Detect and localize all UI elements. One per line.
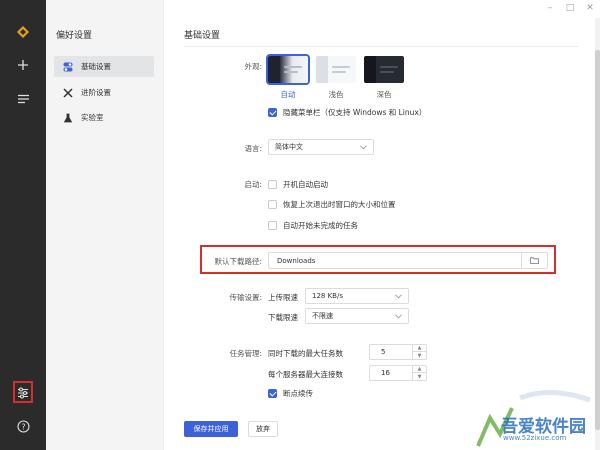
auto-launch-checkbox[interactable]	[268, 180, 277, 189]
transfer-label: 传输设置:	[229, 293, 262, 302]
window-controls: – □ ✕	[540, 0, 600, 16]
stepper-buttons: ▲ ▼	[412, 366, 426, 380]
resume-download-checkbox[interactable]	[268, 389, 277, 398]
auto-launch-label: 开机自动启动	[283, 180, 328, 189]
hide-menubar-checkbox[interactable]	[268, 108, 277, 117]
language-value: 简体中文	[275, 143, 303, 151]
chevron-up-icon[interactable]: ▲	[413, 345, 426, 352]
menu-lines-icon[interactable]	[9, 87, 37, 111]
sidebar-title: 偏好设置	[56, 31, 93, 41]
chevron-up-icon[interactable]: ▲	[413, 366, 426, 373]
language-select[interactable]: 简体中文	[268, 139, 374, 155]
upload-limit-select[interactable]: 128 KB/s	[305, 288, 409, 304]
sidebar-item-label: 基础设置	[81, 62, 111, 71]
download-path-value: Downloads	[277, 256, 316, 265]
app-icon-bar: ?	[0, 0, 46, 450]
save-apply-button[interactable]: 保存并应用	[184, 421, 238, 437]
resume-tasks-checkbox[interactable]	[268, 221, 277, 230]
flask-icon	[62, 112, 74, 124]
max-connections-value: 16	[381, 369, 390, 377]
sidebar-item-lab[interactable]: 实验室	[54, 107, 154, 128]
theme-dark-caption[interactable]: 深色	[364, 89, 404, 100]
logo-icon[interactable]	[9, 20, 37, 44]
download-path-input[interactable]: Downloads	[268, 252, 548, 269]
sidebar-item-basic-settings[interactable]: 基础设置	[54, 56, 154, 77]
theme-auto-caption[interactable]: 自动	[268, 89, 308, 100]
download-limit-select[interactable]: 不限速	[305, 308, 409, 324]
chevron-down-icon	[360, 144, 367, 152]
upload-limit-value: 128 KB/s	[312, 292, 343, 300]
download-limit-label: 下载限速	[268, 313, 298, 322]
task-management-label: 任务管理:	[229, 349, 262, 358]
divider	[184, 46, 578, 47]
chevron-down-icon	[395, 293, 402, 301]
page-title: 基础设置	[184, 31, 221, 41]
svg-text:?: ?	[21, 422, 25, 431]
sidebar-item-label: 进阶设置	[81, 88, 111, 97]
resume-tasks-label: 自动开始未完成的任务	[283, 221, 358, 230]
restore-window-label: 恢复上次退出时窗口的大小和位置	[283, 200, 396, 209]
help-icon[interactable]: ?	[9, 414, 37, 438]
preferences-sidebar: 偏好设置 基础设置 进阶设置 实验室	[46, 0, 164, 450]
settings-highlight-box	[13, 381, 33, 403]
minimize-button[interactable]: –	[540, 0, 560, 16]
folder-icon[interactable]	[521, 253, 547, 268]
hide-menubar-label: 隐藏菜单栏（仅支持 Windows 和 Linux）	[283, 108, 427, 117]
sidebar-item-label: 实验室	[81, 113, 104, 122]
max-tasks-label: 同时下载的最大任务数	[268, 349, 343, 358]
appearance-label: 外观:	[244, 62, 262, 71]
max-tasks-value: 5	[381, 348, 386, 356]
add-icon[interactable]	[9, 53, 37, 77]
theme-light-thumbnail[interactable]	[316, 56, 356, 83]
theme-auto-thumbnail[interactable]	[266, 54, 310, 85]
max-connections-label: 每个服务器最大连接数	[268, 370, 343, 379]
chevron-down-icon[interactable]: ▼	[413, 352, 426, 359]
startup-label: 启动:	[244, 180, 262, 189]
chevron-down-icon	[395, 313, 402, 321]
maximize-button[interactable]: □	[560, 0, 580, 16]
resume-download-label: 断点续传	[283, 389, 313, 398]
max-tasks-stepper[interactable]: 5 ▲ ▼	[369, 344, 427, 360]
language-label: 语言:	[244, 144, 262, 153]
tools-icon	[62, 87, 74, 99]
discard-button[interactable]: 放弃	[248, 421, 278, 437]
scrollbar-thumb[interactable]	[595, 50, 600, 430]
download-limit-value: 不限速	[312, 312, 333, 320]
toggle-icon	[62, 61, 74, 73]
close-button[interactable]: ✕	[580, 0, 600, 16]
chevron-down-icon[interactable]: ▼	[413, 373, 426, 380]
sidebar-item-advanced-settings[interactable]: 进阶设置	[54, 82, 154, 103]
theme-dark-thumbnail[interactable]	[364, 56, 404, 83]
download-path-label: 默认下载路径:	[214, 257, 262, 266]
theme-light-caption[interactable]: 浅色	[316, 89, 356, 100]
stepper-buttons: ▲ ▼	[412, 345, 426, 359]
restore-window-checkbox[interactable]	[268, 200, 277, 209]
upload-limit-label: 上传限速	[268, 293, 298, 302]
max-connections-stepper[interactable]: 16 ▲ ▼	[369, 365, 427, 381]
